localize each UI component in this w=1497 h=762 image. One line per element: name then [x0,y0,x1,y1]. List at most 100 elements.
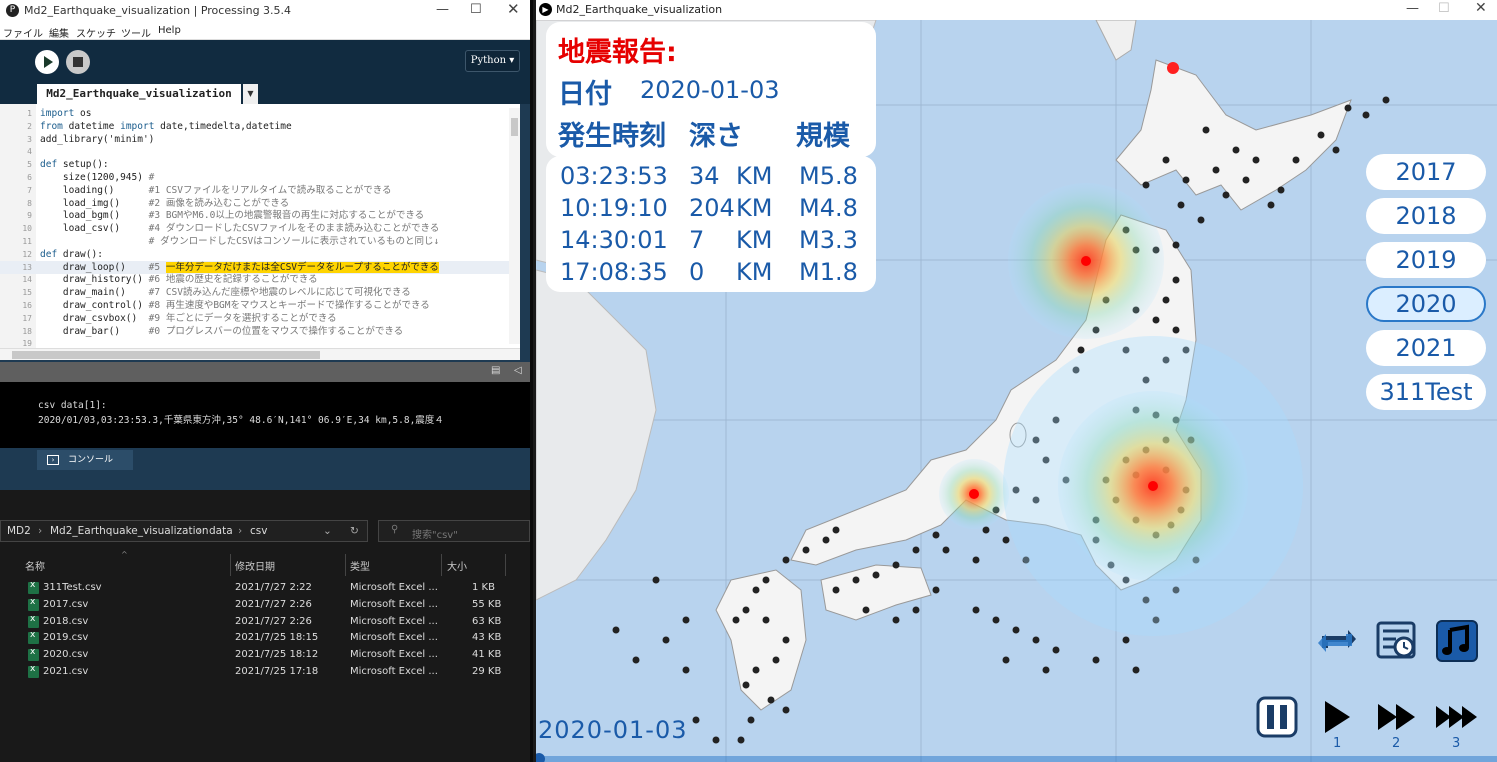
col-date[interactable]: 修改日期 [235,558,275,573]
console-tab[interactable]: › コンソール [37,450,133,470]
editor-horizontal-scrollbar[interactable] [0,348,520,360]
file-explorer: MD2 › Md2_Earthquake_visualization › dat… [0,490,533,762]
excel-file-icon [28,580,39,594]
minimize-icon[interactable]: — [436,2,449,17]
file-row[interactable]: 2017.csv 2021/7/27 2:26 Microsoft Excel ..… [0,597,530,614]
play-speed-2-button[interactable] [1376,696,1418,738]
quake-epicenter [969,489,979,499]
breadcrumb-csv[interactable]: csv [250,525,267,537]
console-clear-icon[interactable]: ▤ [491,365,500,376]
close-icon[interactable]: ✕ [507,0,520,18]
code-text: draw_loop() #5 一年分データだけまたは全CSVデータをループするこ… [40,261,439,273]
history-dot [1344,104,1352,112]
menu-edit[interactable]: 編集 [49,25,69,40]
bgm-button[interactable] [1436,620,1478,662]
year-button-2019[interactable]: 2019 [1366,242,1486,278]
music-note-icon [1436,620,1478,662]
console-output: csv data[1]: 2020/01/03,03:23:53.3,千葉県東方… [0,382,530,448]
file-row[interactable]: 2019.csv 2021/7/25 18:15 Microsoft Excel .… [0,630,530,647]
code-line: 16 draw_control() #8 再生速度やBGMをマウスとキーボードで… [0,299,520,312]
menu-file[interactable]: ファイル [3,25,43,40]
quake-time: 14:30:01 [560,226,668,254]
progress-handle[interactable] [536,753,545,762]
progress-bar[interactable] [536,756,1497,762]
year-button-2017[interactable]: 2017 [1366,154,1486,190]
file-row[interactable]: 311Test.csv 2021/7/27 2:22 Microsoft Excel… [0,580,530,597]
file-row[interactable]: 2018.csv 2021/7/27 2:26 Microsoft Excel ..… [0,614,530,631]
sort-arrow-icon: ^ [121,550,128,559]
console-collapse-icon[interactable]: ◁ [514,365,522,376]
breadcrumb-md2[interactable]: MD2 [7,525,31,537]
refresh-icon[interactable]: ↻ [350,525,359,537]
menu-help[interactable]: Help [158,25,181,36]
year-button-2020[interactable]: 2020 [1366,286,1486,322]
history-dot [732,616,740,624]
menu-tools[interactable]: ツール [121,25,151,40]
address-bar[interactable]: MD2 › Md2_Earthquake_visualization › dat… [0,520,368,542]
file-row[interactable]: 2021.csv 2021/7/25 17:18 Microsoft Excel .… [0,664,530,681]
close-icon[interactable]: ✕ [1475,0,1487,16]
col-name[interactable]: 名称 [25,558,45,573]
menu-sketch[interactable]: スケッチ [76,25,116,40]
line-number: 13 [22,262,32,272]
ide-window-title: Md2_Earthquake_visualization | Processin… [24,4,292,17]
code-text: draw_bar() #0 プログレスバーの位置をマウスで操作することができる [40,325,404,337]
code-editor[interactable]: 1 import os 2 from datetime import date,tim… [0,104,520,348]
year-button-2018[interactable]: 2018 [1366,198,1486,234]
code-line: 5 def setup(): [0,158,520,171]
history-dot [662,636,670,644]
history-dot [772,656,780,664]
code-text: add_library('minim') [40,133,155,145]
loop-icon [1318,630,1356,652]
breadcrumb-separator: › [197,525,202,537]
excel-file-icon [28,597,39,611]
file-row[interactable]: 2020.csv 2021/7/25 18:12 Microsoft Excel .… [0,647,530,664]
history-dot [1202,126,1210,134]
history-dot [1092,656,1100,664]
col-size[interactable]: 大小 [447,558,467,573]
mode-selector[interactable]: Python ▾ [465,50,520,72]
console-tab-row: › コンソール [0,448,530,472]
tab-menu-arrow[interactable]: ▼ [243,84,258,104]
file-size: 55 KB [472,598,502,610]
maximize-icon[interactable]: ☐ [470,2,482,17]
history-dot [1172,276,1180,284]
file-name: 311Test.csv [43,582,102,593]
speed-label-1: 1 [1333,736,1342,751]
code-text: load_bgm() #3 BGMやM6.0以上の地震警報音の再生に対応すること… [40,210,425,222]
play-icon [44,56,53,68]
play-speed-1-button[interactable] [1316,696,1358,738]
breadcrumb-project[interactable]: Md2_Earthquake_visualization [50,525,209,537]
report-title: 地震報告: [558,37,677,68]
year-button-311test[interactable]: 311Test [1366,374,1486,410]
col-type[interactable]: 类型 [350,558,370,573]
search-box[interactable]: ⚲ 搜索"csv" [378,520,530,542]
loop-button[interactable] [1316,620,1358,662]
history-dot [1212,166,1220,174]
history-button[interactable] [1376,620,1418,662]
play-speed-3-button[interactable] [1436,696,1478,738]
run-button[interactable] [35,50,59,74]
minimize-icon[interactable]: — [1406,1,1419,16]
code-line: 3 add_library('minim') [0,133,520,146]
history-dropdown-icon[interactable]: ⌄ [323,525,332,537]
quake-unit: KM [736,162,773,190]
history-dot [747,716,755,724]
maximize-icon[interactable]: ☐ [1438,1,1450,16]
year-button-2021[interactable]: 2021 [1366,330,1486,366]
code-line: 17 draw_csvbox() #9 年ごとにデータを選択することができる [0,312,520,325]
code-text: import os [40,108,92,119]
history-dot [1172,241,1180,249]
history-dot [782,706,790,714]
stop-button[interactable] [66,50,90,74]
file-date: 2021/7/27 2:22 [235,582,312,593]
sketch-tab[interactable]: Md2_Earthquake_visualization [37,84,241,104]
history-dot [737,736,745,744]
breadcrumb-data[interactable]: data [209,525,233,537]
code-line: 14 draw_history() #6 地震の歴史を記録することができる [0,273,520,286]
history-dot [832,586,840,594]
editor-vertical-scrollbar[interactable] [509,108,520,344]
pause-button[interactable] [1256,696,1298,738]
quake-epicenter [1148,481,1158,491]
history-dot [1077,346,1085,354]
